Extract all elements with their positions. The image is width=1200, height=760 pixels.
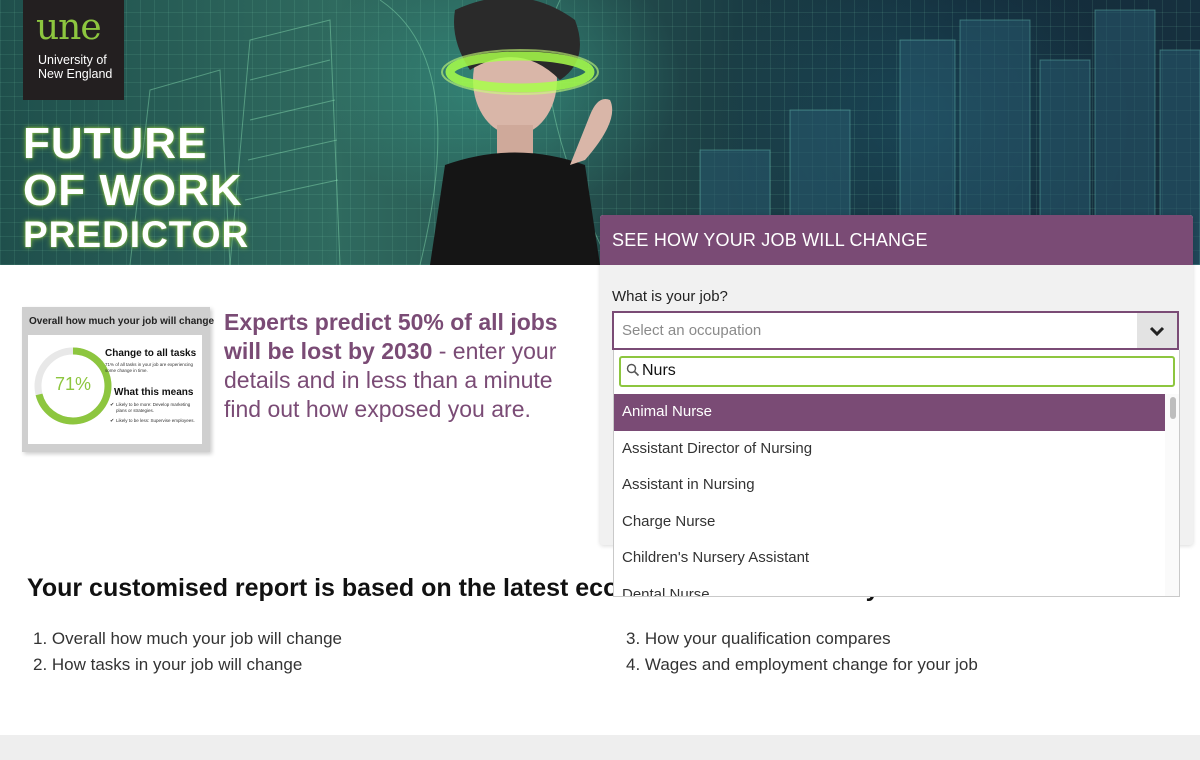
- report-item: 3. How your qualification compares: [626, 629, 891, 648]
- une-logo[interactable]: une University of New England: [23, 0, 124, 100]
- hero-title-line1: FUTURE: [23, 119, 208, 168]
- preview-change-heading: Change to all tasks: [105, 348, 197, 359]
- search-value: Nurs: [642, 362, 676, 379]
- dropdown-scrollbar[interactable]: [1165, 394, 1179, 596]
- logo-mark: une: [36, 7, 102, 48]
- hero-title-line3: PREDICTOR: [23, 214, 250, 255]
- panel-heading: SEE HOW YOUR JOB WILL CHANGE: [600, 215, 1193, 265]
- report-item: 2. How tasks in your job will change: [33, 655, 303, 674]
- report-preview-card: Overall how much your job will change 71…: [22, 307, 215, 452]
- report-list-right: 3. How your qualification compares 4. Wa…: [626, 626, 978, 678]
- footer-band: [0, 735, 1200, 760]
- chevron-down-icon: [1149, 326, 1165, 336]
- scrollbar-thumb[interactable]: [1170, 397, 1176, 419]
- option-childrens-nursery-assistant[interactable]: Children's Nursery Assistant: [614, 540, 1166, 577]
- logo-subtext: University of New England: [38, 53, 113, 81]
- intro-text: Experts predict 50% of all jobs will be …: [224, 308, 594, 424]
- preview-change-text: 71% of all tasks in your job are experie…: [105, 362, 194, 373]
- occupation-select[interactable]: Select an occupation: [612, 311, 1179, 350]
- option-animal-nurse[interactable]: Animal Nurse: [614, 394, 1166, 431]
- select-toggle-button[interactable]: [1137, 313, 1177, 348]
- option-assistant-director-of-nursing[interactable]: Assistant Director of Nursing: [614, 431, 1166, 468]
- preview-percent: 71%: [54, 374, 92, 394]
- hero-title-line2: OF WORK: [23, 166, 243, 215]
- preview-bullet-less: Likely to be less: Supervise employees.: [110, 418, 200, 424]
- option-charge-nurse[interactable]: Charge Nurse: [614, 504, 1166, 541]
- option-assistant-in-nursing[interactable]: Assistant in Nursing: [614, 467, 1166, 504]
- report-list-left: 1. Overall how much your job will change…: [33, 626, 342, 678]
- preview-bullet-more: Likely to be more: Develop marketing pla…: [110, 402, 200, 414]
- hero-title: FUTURE OF WORK PREDICTOR: [23, 119, 250, 255]
- option-dental-nurse[interactable]: Dental Nurse: [614, 577, 1166, 596]
- preview-means-heading: What this means: [114, 387, 194, 398]
- search-icon: [626, 363, 640, 377]
- preview-title: Overall how much your job will change: [29, 316, 215, 327]
- preview-content: 71% Change to all tasks 71% of all tasks…: [28, 335, 202, 444]
- occupation-dropdown: Nurs Animal Nurse Assistant Director of …: [613, 350, 1180, 597]
- report-item: 1. Overall how much your job will change: [33, 629, 342, 648]
- select-placeholder: Select an occupation: [622, 322, 762, 339]
- occupation-options: Animal Nurse Assistant Director of Nursi…: [614, 394, 1166, 596]
- report-item: 4. Wages and employment change for your …: [626, 655, 978, 674]
- job-label: What is your job?: [612, 288, 728, 305]
- occupation-search-input[interactable]: Nurs: [619, 356, 1175, 387]
